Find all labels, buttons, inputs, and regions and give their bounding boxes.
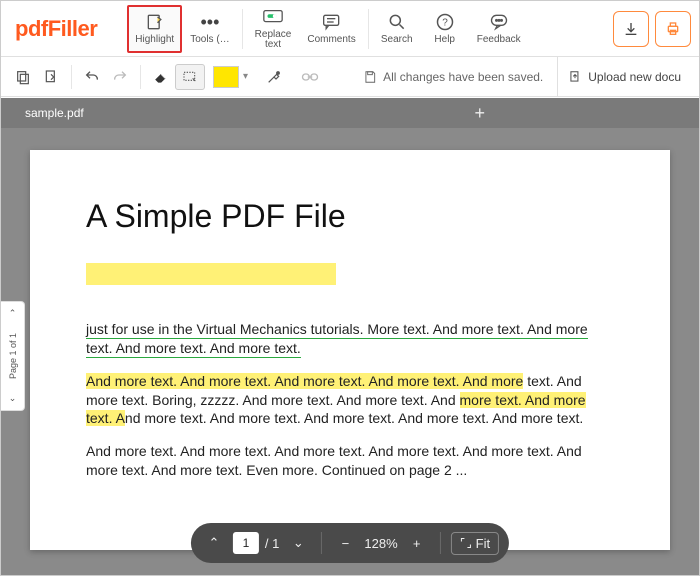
highlight-label: Highlight xyxy=(135,34,174,45)
search-icon xyxy=(387,12,407,32)
add-tab-button[interactable]: + xyxy=(474,103,485,124)
workspace: sample.pdf + A Simple PDF File just for … xyxy=(1,98,699,575)
sub-divider xyxy=(71,65,72,89)
document-viewport[interactable]: A Simple PDF File just for use in the Vi… xyxy=(1,128,699,575)
next-page-button[interactable]: ⌄ xyxy=(285,530,311,556)
export-icon xyxy=(43,69,59,85)
document-paragraph: And more text. And more text. And more t… xyxy=(86,372,614,429)
underline-annotation[interactable]: just for use in the Virtual Mechanics tu… xyxy=(86,321,588,358)
erase-area-icon xyxy=(182,70,198,84)
toolbar-divider xyxy=(242,9,243,49)
pages-icon xyxy=(15,69,31,85)
upload-label: Upload new docu xyxy=(588,70,681,84)
document-page[interactable]: A Simple PDF File just for use in the Vi… xyxy=(30,150,670,550)
eraser-icon xyxy=(153,70,169,84)
toolbar-group-content: Replace text Comments xyxy=(247,5,364,53)
toolbar-group-edit: Highlight ••• Tools (… xyxy=(127,5,237,53)
link-button[interactable] xyxy=(296,63,324,91)
more-icon: ••• xyxy=(200,12,219,32)
document-title: A Simple PDF File xyxy=(86,198,614,235)
page-indicator-sidebar: ⌃ Page 1 of 1 ⌄ xyxy=(1,301,25,411)
highlight-tool-button[interactable]: Highlight xyxy=(127,5,182,53)
highlight-color-swatch[interactable] xyxy=(213,66,239,88)
save-status: All changes have been saved. xyxy=(363,70,543,84)
floatbar-divider xyxy=(321,532,322,554)
search-label: Search xyxy=(381,34,413,45)
download-button[interactable] xyxy=(613,11,649,47)
highlight-icon xyxy=(145,12,165,32)
save-status-icon xyxy=(363,70,377,84)
save-status-text: All changes have been saved. xyxy=(383,70,543,84)
page-number-input[interactable]: 1 xyxy=(233,532,259,554)
color-dropdown-caret[interactable]: ▾ xyxy=(239,71,252,82)
prev-page-button[interactable]: ⌃ xyxy=(201,530,227,556)
replace-label2: text xyxy=(265,39,281,50)
fit-label: Fit xyxy=(476,536,490,551)
print-icon xyxy=(665,21,681,37)
page-indicator-text: Page 1 of 1 xyxy=(8,333,18,379)
download-icon xyxy=(623,21,639,37)
help-button[interactable]: ? Help xyxy=(421,5,469,53)
search-button[interactable]: Search xyxy=(373,5,421,53)
feedback-label: Feedback xyxy=(477,34,521,45)
page-controls-bar: ⌃ 1 / 1 ⌄ − 128% + Fit xyxy=(191,523,509,563)
upload-new-document-button[interactable]: Upload new docu xyxy=(557,57,691,97)
feedback-button[interactable]: Feedback xyxy=(469,5,529,53)
eraser-button[interactable] xyxy=(147,63,175,91)
comments-label: Comments xyxy=(307,34,355,45)
sub-divider xyxy=(140,65,141,89)
document-tabbar: sample.pdf + xyxy=(1,98,699,128)
highlight-annotation[interactable] xyxy=(86,263,336,285)
undo-icon xyxy=(84,69,100,85)
toolbar-divider xyxy=(368,9,369,49)
toolbar-group-help: Search ? Help Feedback xyxy=(373,5,529,53)
page-down-button[interactable]: ⌄ xyxy=(9,393,17,404)
svg-text:?: ? xyxy=(442,17,448,28)
zoom-level-label: 128% xyxy=(364,536,397,551)
undo-button[interactable] xyxy=(78,63,106,91)
tools-menu-button[interactable]: ••• Tools (… xyxy=(182,5,237,53)
help-label: Help xyxy=(434,34,455,45)
document-body: just for use in the Virtual Mechanics tu… xyxy=(86,263,614,480)
eyedropper-icon xyxy=(266,69,282,85)
fit-icon xyxy=(460,537,472,549)
fit-button[interactable]: Fit xyxy=(451,532,499,555)
print-button[interactable] xyxy=(655,11,691,47)
tools-label: Tools (… xyxy=(190,34,229,45)
upload-icon xyxy=(568,70,582,84)
redo-button[interactable] xyxy=(106,63,134,91)
floatbar-divider xyxy=(440,532,441,554)
redo-icon xyxy=(112,69,128,85)
highlight-annotation[interactable]: And more text. And more text. And more t… xyxy=(86,373,523,389)
link-icon xyxy=(301,71,319,83)
zoom-in-button[interactable]: + xyxy=(404,530,430,556)
document-paragraph: And more text. And more text. And more t… xyxy=(86,442,614,480)
feedback-icon xyxy=(489,12,509,32)
document-tab[interactable]: sample.pdf xyxy=(15,106,94,120)
comments-button[interactable]: Comments xyxy=(299,5,363,53)
app-logo: pdfFiller xyxy=(15,16,97,42)
replace-icon xyxy=(262,7,284,27)
erase-area-button[interactable] xyxy=(175,64,205,90)
zoom-out-button[interactable]: − xyxy=(332,530,358,556)
top-toolbar: pdfFiller Highlight ••• Tools (… Replace… xyxy=(1,1,699,57)
replace-text-button[interactable]: Replace text xyxy=(247,5,300,53)
page-up-button[interactable]: ⌃ xyxy=(9,308,17,319)
help-icon: ? xyxy=(435,12,455,32)
sub-toolbar: ▾ All changes have been saved. Upload ne… xyxy=(1,57,699,97)
pages-panel-button[interactable] xyxy=(9,63,37,91)
export-page-button[interactable] xyxy=(37,63,65,91)
color-picker-button[interactable] xyxy=(260,63,288,91)
comments-icon xyxy=(322,12,342,32)
page-total-label: / 1 xyxy=(265,536,279,551)
